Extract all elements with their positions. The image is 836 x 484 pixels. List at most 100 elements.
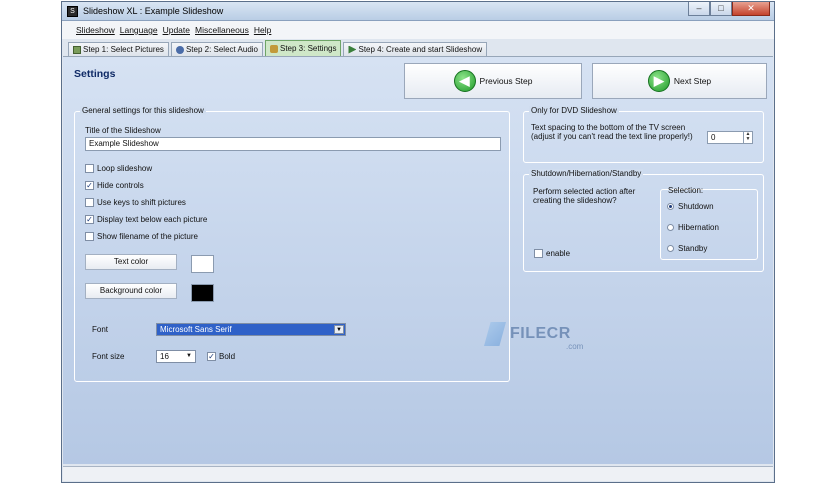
display-text-option[interactable]: ✓ Display text below each picture bbox=[85, 215, 207, 224]
tab-label: Step 1: Select Pictures bbox=[83, 45, 164, 54]
menu-bar: Slideshow Language Update Miscellaneous … bbox=[62, 21, 774, 39]
use-keys-option[interactable]: Use keys to shift pictures bbox=[85, 198, 186, 207]
menu-miscellaneous[interactable]: Miscellaneous bbox=[195, 25, 249, 35]
bold-checkbox[interactable]: ✓ bbox=[207, 352, 216, 361]
radio-label: Shutdown bbox=[678, 202, 714, 211]
option-label: enable bbox=[546, 249, 571, 258]
hibernation-radio[interactable] bbox=[667, 224, 674, 231]
option-label: Show filename of the picture bbox=[97, 232, 198, 241]
settings-icon bbox=[270, 44, 278, 53]
title-bar: S Slideshow XL : Example Slideshow – □ ✕ bbox=[62, 2, 774, 21]
font-select[interactable]: Microsoft Sans Serif ▼ bbox=[156, 323, 346, 336]
group-label: Selection: bbox=[668, 186, 704, 195]
status-bar bbox=[63, 466, 773, 481]
close-button[interactable]: ✕ bbox=[732, 2, 770, 16]
option-label: Hide controls bbox=[97, 181, 144, 190]
radio-label: Hibernation bbox=[678, 223, 719, 232]
watermark-text: FILECR bbox=[510, 325, 571, 342]
next-step-button[interactable]: ▶ Next Step bbox=[592, 63, 767, 99]
show-filename-checkbox[interactable] bbox=[85, 232, 94, 241]
loop-slideshow-checkbox[interactable] bbox=[85, 164, 94, 173]
menu-help[interactable]: Help bbox=[254, 25, 271, 35]
background-color-swatch[interactable] bbox=[191, 284, 214, 302]
standby-radio-option[interactable]: Standby bbox=[667, 244, 707, 253]
chevron-down-icon[interactable]: ▼ bbox=[184, 352, 194, 361]
hide-controls-option[interactable]: ✓ Hide controls bbox=[85, 181, 144, 190]
option-label: Bold bbox=[219, 352, 236, 361]
spacing-value: 0 bbox=[711, 133, 716, 142]
slideshow-title-input[interactable]: Example Slideshow bbox=[85, 137, 501, 151]
general-settings-group: General settings for this slideshow Titl… bbox=[74, 106, 510, 382]
option-label: Display text below each picture bbox=[97, 215, 208, 224]
text-color-swatch[interactable] bbox=[191, 255, 214, 273]
option-label: Loop slideshow bbox=[97, 164, 153, 173]
previous-step-button[interactable]: ◀ Previous Step bbox=[404, 63, 582, 99]
watermark: FILECR .com bbox=[484, 322, 583, 351]
page-title: Settings bbox=[74, 68, 116, 80]
selection-group: Selection: Shutdown Hibernation Standby bbox=[660, 186, 758, 260]
app-window: S Slideshow XL : Example Slideshow – □ ✕… bbox=[61, 1, 775, 483]
dvd-description: Text spacing to the bottom of the TV scr… bbox=[531, 123, 686, 132]
filecr-logo-icon bbox=[484, 322, 506, 346]
spin-arrows-icon[interactable]: ▲ ▼ bbox=[743, 132, 752, 143]
display-text-checkbox[interactable]: ✓ bbox=[85, 215, 94, 224]
watermark-sub: .com bbox=[566, 342, 584, 351]
shutdown-radio-option[interactable]: Shutdown bbox=[667, 202, 714, 211]
spin-down-icon[interactable]: ▼ bbox=[746, 136, 751, 142]
tab-label: Step 2: Select Audio bbox=[185, 45, 258, 54]
picture-icon bbox=[73, 45, 81, 54]
next-step-label: Next Step bbox=[673, 76, 712, 86]
font-size-select[interactable]: 16 ▼ bbox=[156, 350, 196, 363]
show-filename-option[interactable]: Show filename of the picture bbox=[85, 232, 198, 241]
window-controls: – □ ✕ bbox=[688, 2, 770, 16]
tab-select-audio[interactable]: Step 2: Select Audio bbox=[170, 42, 263, 56]
group-label: Shutdown/Hibernation/Standby bbox=[529, 169, 644, 178]
hide-controls-checkbox[interactable]: ✓ bbox=[85, 181, 94, 190]
shutdown-radio[interactable] bbox=[667, 203, 674, 210]
font-size-value: 16 bbox=[160, 352, 169, 361]
arrow-right-icon: ▶ bbox=[647, 70, 670, 92]
hibernation-radio-option[interactable]: Hibernation bbox=[667, 223, 719, 232]
option-label: Use keys to shift pictures bbox=[97, 198, 186, 207]
font-size-label: Font size bbox=[92, 352, 125, 361]
dvd-settings-group: Only for DVD Slideshow Text spacing to t… bbox=[523, 106, 764, 163]
app-icon: S bbox=[67, 6, 78, 17]
previous-step-label: Previous Step bbox=[479, 76, 533, 86]
menu-slideshow[interactable]: Slideshow bbox=[76, 25, 115, 35]
maximize-button[interactable]: □ bbox=[710, 2, 732, 16]
group-label: General settings for this slideshow bbox=[80, 106, 206, 115]
window-title: Slideshow XL : Example Slideshow bbox=[83, 6, 224, 16]
radio-label: Standby bbox=[678, 244, 708, 253]
menu-language[interactable]: Language bbox=[120, 25, 158, 35]
audio-icon bbox=[175, 45, 184, 54]
bold-option[interactable]: ✓ Bold bbox=[207, 352, 235, 361]
font-value: Microsoft Sans Serif bbox=[160, 325, 232, 334]
menu-update[interactable]: Update bbox=[163, 25, 190, 35]
standby-radio[interactable] bbox=[667, 245, 674, 252]
enable-shutdown-option[interactable]: enable bbox=[534, 249, 570, 258]
chevron-down-icon[interactable]: ▼ bbox=[334, 325, 344, 334]
enable-checkbox[interactable] bbox=[534, 249, 543, 258]
title-label: Title of the Slideshow bbox=[85, 126, 161, 135]
font-label: Font bbox=[92, 325, 109, 334]
shutdown-description: Perform selected action after bbox=[533, 187, 636, 196]
text-color-button[interactable]: Text color bbox=[85, 254, 177, 270]
shutdown-description-2: creating the slideshow? bbox=[533, 196, 617, 205]
tab-select-pictures[interactable]: Step 1: Select Pictures bbox=[68, 42, 169, 56]
use-keys-checkbox[interactable] bbox=[85, 198, 94, 207]
tab-create-slideshow[interactable]: Step 4: Create and start Slideshow bbox=[343, 42, 488, 56]
step-tabs: Step 1: Select Pictures Step 2: Select A… bbox=[68, 40, 489, 56]
tab-settings[interactable]: Step 3: Settings bbox=[265, 40, 342, 56]
settings-panel: Settings ◀ Previous Step ▶ Next Step Gen… bbox=[63, 56, 773, 464]
minimize-button[interactable]: – bbox=[688, 2, 710, 16]
dvd-description-note: (adjust if you can't read the text line … bbox=[531, 132, 693, 141]
play-icon bbox=[348, 45, 357, 54]
tab-label: Step 3: Settings bbox=[280, 44, 337, 53]
text-spacing-spinner[interactable]: 0 ▲ ▼ bbox=[707, 131, 753, 144]
shutdown-settings-group: Shutdown/Hibernation/Standby Perform sel… bbox=[523, 169, 764, 272]
loop-slideshow-option[interactable]: Loop slideshow bbox=[85, 164, 152, 173]
arrow-left-icon: ◀ bbox=[453, 70, 476, 92]
tab-label: Step 4: Create and start Slideshow bbox=[358, 45, 483, 54]
background-color-button[interactable]: Background color bbox=[85, 283, 177, 299]
group-label: Only for DVD Slideshow bbox=[529, 106, 619, 115]
